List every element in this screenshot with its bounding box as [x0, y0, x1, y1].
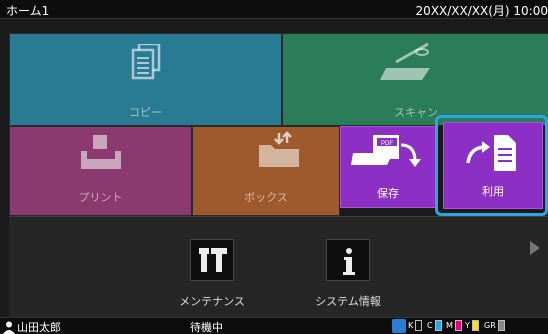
tools-icon	[199, 248, 227, 272]
next-page-arrow[interactable]	[530, 241, 540, 255]
ink-k: K	[408, 320, 423, 331]
scanner-icon	[380, 42, 430, 80]
ink-y: Y	[465, 320, 479, 331]
maintenance-label: メンテナンス	[179, 295, 245, 308]
status-bar: 山田太郎 待機中 K C M Y GR	[0, 317, 548, 334]
copy-label: コピー	[129, 106, 162, 119]
save-pdf-icon: PDF	[351, 135, 421, 167]
top-bar: ホーム1 20XX/XX/XX(月) 10:00	[0, 0, 548, 19]
bottom-panel: メンテナンス システム情報	[9, 216, 548, 317]
info-icon	[343, 248, 355, 275]
user-name: 山田太郎	[17, 321, 61, 334]
box-tile[interactable]: ボックス	[192, 126, 340, 216]
folder-icon	[259, 131, 299, 167]
save-button[interactable]: PDF 保存	[340, 126, 436, 208]
user-indicator[interactable]: 山田太郎	[3, 319, 61, 334]
machine-state: 待機中	[190, 321, 223, 334]
use-button[interactable]: 利用	[443, 122, 543, 209]
wifi-icon	[392, 319, 406, 333]
ink-c: C	[427, 320, 442, 331]
datetime: 20XX/XX/XX(月) 10:00	[415, 4, 548, 18]
ink-gr: GR	[484, 320, 505, 331]
svg-text:PDF: PDF	[381, 141, 393, 147]
system-info-label: システム情報	[315, 295, 381, 308]
home-title: ホーム1	[6, 4, 50, 18]
copy-icon	[131, 44, 161, 80]
box-label: ボックス	[244, 191, 288, 204]
printer-icon	[81, 135, 121, 169]
user-icon	[3, 321, 15, 334]
copy-tile[interactable]: コピー	[9, 33, 282, 126]
print-tile[interactable]: プリント	[9, 126, 192, 216]
save-label: 保存	[377, 187, 399, 200]
scan-tile[interactable]: スキャン	[282, 33, 548, 126]
use-doc-icon	[466, 135, 516, 171]
use-label: 利用	[482, 185, 504, 198]
maintenance-button[interactable]	[190, 239, 234, 281]
ink-m: M	[446, 320, 462, 331]
system-info-button[interactable]	[326, 239, 370, 281]
print-label: プリント	[78, 191, 123, 204]
